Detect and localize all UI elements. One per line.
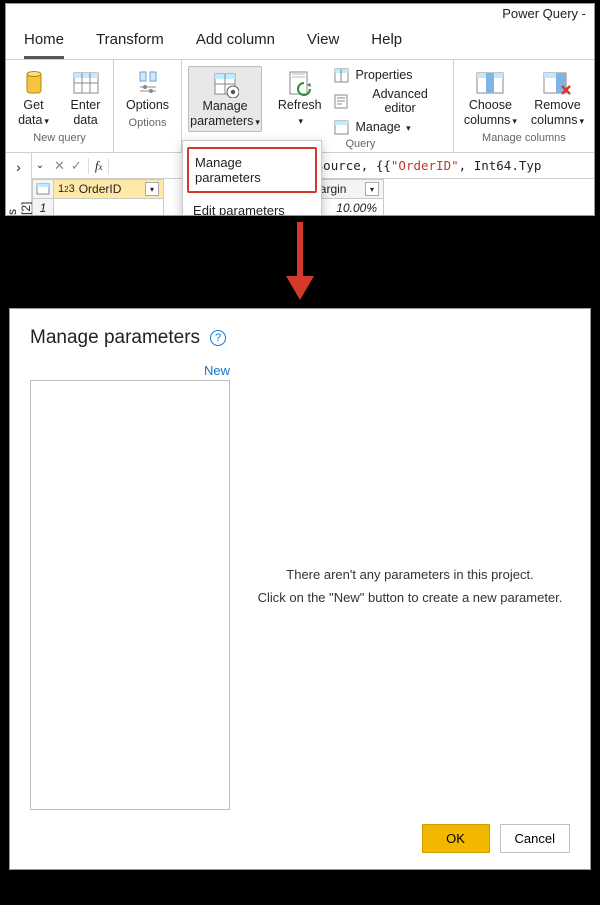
tab-help[interactable]: Help [371,25,402,59]
arrow-down-icon [280,222,320,302]
manage-parameters-dialog: Manage parameters ? New There aren't any… [9,308,591,870]
enter-data-label: Enterdata [71,98,101,128]
table-corner-icon[interactable] [32,179,54,199]
empty-msg-line1: There aren't any parameters in this proj… [258,564,563,586]
manage-icon [333,119,349,135]
dialog-footer: OK Cancel [30,824,570,853]
ribbon: Getdata▾ Enterdata New query Options [6,60,594,153]
power-query-window: Power Query - Home Transform Add column … [5,3,595,216]
tab-view[interactable]: View [307,25,339,59]
menu-edit-parameters[interactable]: Edit parameters [183,195,321,216]
refresh-icon [284,68,316,98]
group-parameters: Manageparameters▾ Manage parameters Edit… [182,60,268,152]
properties-icon [333,67,349,83]
advanced-editor-label: Advanced editor [355,87,445,115]
query-mini-list: Properties Advanced editor Manage ▾ [331,66,446,136]
ok-button[interactable]: OK [422,824,490,853]
advanced-editor-button[interactable]: Advanced editor [331,86,446,116]
properties-label: Properties [355,68,412,82]
queries-pane-collapsed: › s [2] [6,153,32,215]
step-dropdown-icon[interactable]: ⌄ [32,160,48,171]
empty-state: There aren't any parameters in this proj… [250,363,570,810]
number-type-icon: 123 [58,183,75,195]
ribbon-tabs: Home Transform Add column View Help [6,21,594,60]
window-title: Power Query - [6,4,594,21]
manage-parameters-menu: Manage parameters Edit parameters New pa… [182,140,322,216]
group-label-manage-columns: Manage columns [460,130,588,144]
get-data-button[interactable]: Getdata▾ [11,66,57,130]
tab-home[interactable]: Home [24,25,64,59]
remove-columns-label: Removecolumns▾ [531,98,584,128]
dialog-title-row: Manage parameters ? [30,327,570,349]
flow-arrow [0,216,600,308]
manage-button[interactable]: Manage ▾ [331,118,412,136]
get-data-label: Getdata▾ [18,98,49,128]
cell-orderid[interactable] [54,199,164,216]
options-label: Options [126,98,169,113]
manage-parameters-label: Manageparameters▾ [190,99,260,129]
properties-button[interactable]: Properties [331,66,414,84]
row-number: 1 [32,199,54,216]
column-label-orderid: OrderID [79,182,122,196]
refresh-label: Refresh▾ [278,98,322,128]
remove-columns-icon [541,68,573,98]
choose-columns-icon [474,68,506,98]
table-icon [70,68,102,98]
tab-add-column[interactable]: Add column [196,25,275,59]
column-filter-icon[interactable]: ▾ [145,182,159,196]
fx-icon[interactable]: fx [88,158,110,174]
choose-columns-button[interactable]: Choosecolumns▾ [460,66,521,130]
advanced-editor-icon [333,93,349,109]
options-button[interactable]: Options [122,66,173,115]
empty-msg-line2: Click on the "New" button to create a ne… [258,587,563,609]
help-icon[interactable]: ? [210,330,226,346]
group-query: Refresh▾ Properties Advanced editor Mana… [268,60,454,152]
column-header-orderid[interactable]: 123 OrderID ▾ [54,179,164,199]
options-icon [132,68,164,98]
manage-parameters-button[interactable]: Manageparameters▾ [188,66,262,132]
queries-pane-label: s [2] [5,201,33,215]
cancel-formula-icon[interactable]: ✕ [54,158,65,174]
enter-data-button[interactable]: Enterdata [63,66,109,130]
formula-actions: ✕ ✓ [48,158,88,174]
refresh-button[interactable]: Refresh▾ [274,66,325,130]
column-filter-icon[interactable]: ▾ [365,182,379,196]
database-icon [18,68,50,98]
menu-manage-parameters[interactable]: Manage parameters [187,147,317,193]
new-parameter-link[interactable]: New [30,363,230,380]
remove-columns-button[interactable]: Removecolumns▾ [527,66,588,130]
parameters-icon [209,69,241,99]
expand-queries-icon[interactable]: › [16,159,21,175]
group-manage-columns: Choosecolumns▾ Removecolumns▾ Manage col… [454,60,594,152]
accept-formula-icon[interactable]: ✓ [71,158,82,174]
group-options: Options Options [114,60,182,152]
parameter-list-column: New [30,363,230,810]
dialog-title: Manage parameters [30,327,200,349]
group-new-query: Getdata▾ Enterdata New query [6,60,114,152]
cancel-button[interactable]: Cancel [500,824,570,853]
parameter-listbox[interactable] [30,380,230,810]
tab-transform[interactable]: Transform [96,25,164,59]
manage-label: Manage ▾ [355,120,410,134]
group-label-new-query: New query [12,130,107,144]
group-label-options: Options [120,115,175,129]
choose-columns-label: Choosecolumns▾ [464,98,517,128]
